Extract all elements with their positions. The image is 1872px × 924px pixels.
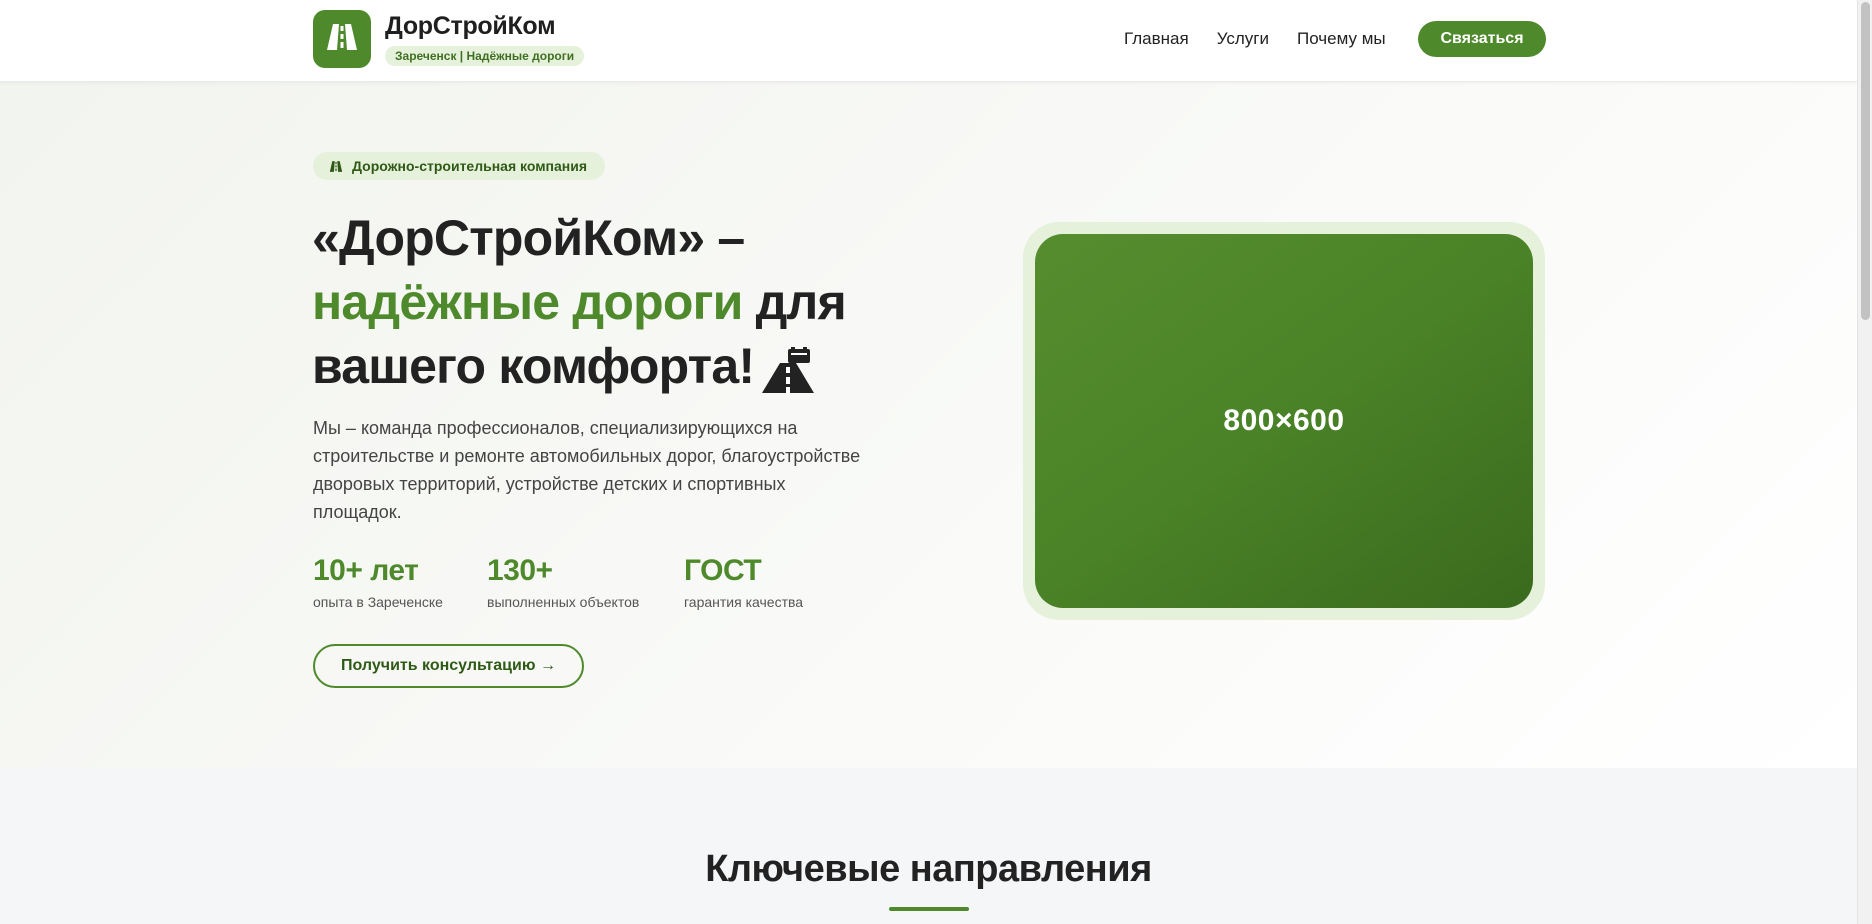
section-title: Ключевые направления xyxy=(705,848,1152,890)
road-icon xyxy=(329,160,343,173)
consultation-button-label: Получить консультацию xyxy=(341,657,536,674)
site-header: ДорСтройКом Зареченск | Надёжные дороги … xyxy=(0,0,1857,82)
page-scrollbar[interactable] xyxy=(1857,0,1872,924)
stat-value: 130+ xyxy=(487,554,553,587)
hero-title-highlight: надёжные дороги xyxy=(312,274,743,330)
contact-button[interactable]: Связаться xyxy=(1418,21,1546,57)
arrow-right-icon: → xyxy=(539,657,556,674)
consultation-button[interactable]: Получить консультацию → xyxy=(313,644,584,688)
stat-experience: 10+ лет опыта в Зареченске xyxy=(313,554,443,610)
stat-label: опыта в Зареченске xyxy=(313,594,443,610)
section-title-underline xyxy=(889,907,969,911)
stat-value: ГОСТ xyxy=(684,554,762,587)
scrollbar-thumb[interactable] xyxy=(1861,2,1870,320)
main-nav: Главная Услуги Почему мы xyxy=(1124,21,1414,57)
page: ДорСтройКом Зареченск | Надёжные дороги … xyxy=(0,0,1857,924)
brand-tagline: Зареченск | Надёжные дороги xyxy=(385,46,585,66)
stat-label: выполненных объектов xyxy=(487,594,640,610)
key-directions-section: Ключевые направления xyxy=(0,768,1857,924)
stat-label: гарантия качества xyxy=(684,594,804,610)
hero-title-part1: «ДорСтройКом» – xyxy=(312,210,745,266)
hero-badge-text: Дорожно-строительная компания xyxy=(352,158,588,174)
stat-value: 10+ лет xyxy=(313,554,419,587)
brand-name: ДорСтройКом xyxy=(385,12,556,40)
stat-projects: 130+ выполненных объектов xyxy=(487,554,639,610)
hero-title: «ДорСтройКом» – надёжные дороги для вашег… xyxy=(312,206,952,408)
hero-section: Дорожно-строительная компания «ДорСтройК… xyxy=(0,82,1857,768)
nav-link-why-us[interactable]: Почему мы xyxy=(1297,29,1386,49)
nav-link-services[interactable]: Услуги xyxy=(1217,29,1269,49)
hero-image-placeholder: 800×600 xyxy=(1035,234,1533,608)
road-construction-icon xyxy=(760,344,816,408)
hero-description: Мы – команда профессионалов, специализир… xyxy=(313,418,861,522)
image-size-label: 800×600 xyxy=(1223,404,1345,437)
hero-badge: Дорожно-строительная компания xyxy=(313,152,606,180)
road-icon xyxy=(325,22,359,57)
logo[interactable] xyxy=(313,10,371,68)
nav-link-home[interactable]: Главная xyxy=(1124,29,1189,49)
stat-quality: ГОСТ гарантия качества xyxy=(684,554,803,610)
